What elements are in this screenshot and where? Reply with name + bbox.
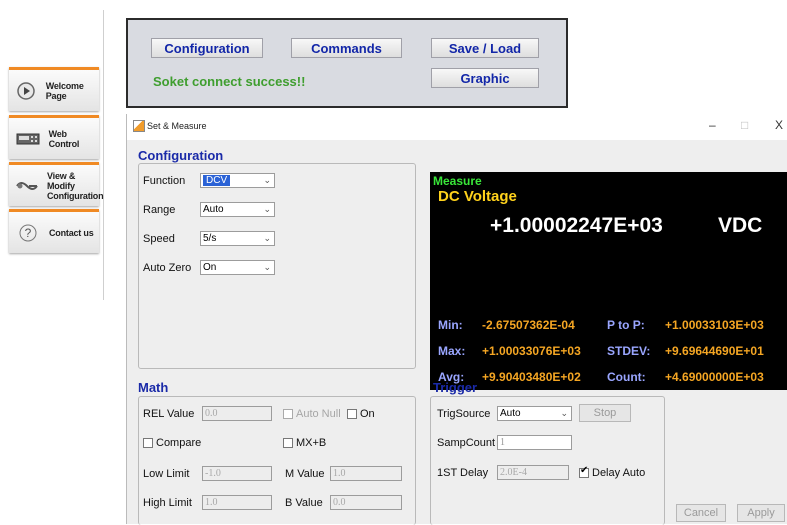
b-value-label: B Value (285, 497, 323, 509)
window-content: Configuration Function DCV ⌄ Range Auto ⌄ … (127, 140, 787, 525)
avg-value: +9.90403480E+02 (482, 370, 581, 384)
samp-count-label: SampCount (437, 437, 496, 449)
first-delay-input[interactable]: 2.0E-4 (497, 465, 569, 480)
range-label: Range (143, 204, 176, 216)
m-value-label: M Value (285, 468, 325, 480)
speed-select[interactable]: 5/s ⌄ (200, 231, 275, 246)
play-icon (15, 80, 38, 102)
rel-value-input[interactable]: 0.0 (202, 406, 272, 421)
configuration-title: Configuration (138, 148, 224, 163)
set-measure-window: Set & Measure – □ X Configuration Functi… (126, 114, 787, 525)
speed-label: Speed (143, 233, 175, 245)
high-limit-input[interactable]: 1.0 (202, 495, 272, 510)
apply-button[interactable]: Apply (737, 504, 785, 522)
nav-divider (103, 10, 104, 300)
maximize-button[interactable]: □ (741, 118, 748, 132)
java-app-icon (133, 120, 145, 132)
configuration-button[interactable]: Configuration (151, 38, 263, 58)
auto-zero-select[interactable]: On ⌄ (200, 260, 275, 275)
max-label: Max: (438, 344, 466, 358)
chevron-down-icon: ⌄ (263, 262, 271, 272)
checkmark-icon: ✔ (580, 465, 589, 476)
compare-checkbox[interactable]: Compare (143, 437, 201, 449)
delay-auto-checkbox[interactable]: ✔ Delay Auto (579, 465, 645, 479)
trig-source-select[interactable]: Auto ⌄ (497, 406, 572, 421)
toolbar-panel: Configuration Commands Save / Load Graph… (126, 18, 568, 108)
connection-status: Soket connect success!! (153, 74, 306, 89)
question-icon: ? (15, 222, 41, 244)
stop-button[interactable]: Stop (579, 404, 631, 422)
chevron-down-icon: ⌄ (263, 204, 271, 214)
measure-display: Measure DC Voltage +1.00002247E+03 VDC M… (430, 172, 787, 390)
on-checkbox[interactable]: On (347, 408, 375, 420)
b-value-input[interactable]: 0.0 (330, 495, 402, 510)
first-delay-label: 1ST Delay (437, 467, 489, 479)
function-label: Function (143, 175, 186, 187)
cancel-button[interactable]: Cancel (676, 504, 726, 522)
measure-unit: VDC (718, 214, 763, 237)
chevron-down-icon: ⌄ (263, 175, 271, 185)
nav-label: Web Control (48, 128, 80, 149)
close-button[interactable]: X (775, 118, 783, 132)
measure-value: +1.00002247E+03 (490, 214, 663, 237)
low-limit-label: Low Limit (143, 468, 190, 480)
nav-label: Welcome Page (45, 80, 84, 101)
nav-label: View & Modify Configuration (47, 170, 104, 201)
count-label: Count: (607, 370, 646, 384)
window-titlebar[interactable]: Set & Measure – □ X (127, 114, 787, 140)
nav-welcome-page[interactable]: Welcome Page (9, 67, 99, 111)
auto-zero-label: Auto Zero (143, 262, 192, 274)
function-select[interactable]: DCV ⌄ (200, 173, 275, 188)
m-value-input[interactable]: 1.0 (330, 466, 402, 481)
rel-value-label: REL Value (143, 408, 195, 420)
trig-source-label: TrigSource (437, 408, 491, 420)
probe-icon (15, 175, 39, 197)
nav-web-control[interactable]: Web Control (9, 115, 99, 159)
save-load-button[interactable]: Save / Load (431, 38, 539, 58)
stdev-label: STDEV: (607, 344, 651, 358)
ptop-value: +1.00033103E+03 (665, 318, 764, 332)
stdev-value: +9.69644690E+01 (665, 344, 764, 358)
graphic-button[interactable]: Graphic (431, 68, 539, 88)
measure-title: Measure (433, 174, 482, 188)
window-title: Set & Measure (147, 121, 207, 131)
chevron-down-icon: ⌄ (263, 233, 271, 243)
panel-icon (15, 128, 41, 150)
mxb-checkbox[interactable]: MX+B (283, 437, 326, 449)
math-title: Math (138, 380, 169, 395)
min-label: Min: (438, 318, 463, 332)
measure-mode: DC Voltage (438, 188, 517, 205)
auto-null-checkbox[interactable]: Auto Null (283, 408, 341, 420)
min-value: -2.67507362E-04 (482, 318, 575, 332)
commands-button[interactable]: Commands (291, 38, 402, 58)
ptop-label: P to P: (607, 318, 645, 332)
range-select[interactable]: Auto ⌄ (200, 202, 275, 217)
nav-label: Contact us (49, 227, 94, 238)
samp-count-input[interactable]: 1 (497, 435, 572, 450)
svg-text:?: ? (25, 226, 32, 240)
count-value: +4.69000000E+03 (665, 370, 764, 384)
nav-contact-us[interactable]: ? Contact us (9, 209, 99, 253)
trigger-title: Trigger (433, 380, 478, 395)
max-value: +1.00033076E+03 (482, 344, 581, 358)
chevron-down-icon: ⌄ (560, 408, 568, 418)
high-limit-label: High Limit (143, 497, 192, 509)
nav-view-modify-configuration[interactable]: View & Modify Configuration (9, 162, 104, 206)
minimize-button[interactable]: – (709, 118, 716, 132)
low-limit-input[interactable]: -1.0 (202, 466, 272, 481)
